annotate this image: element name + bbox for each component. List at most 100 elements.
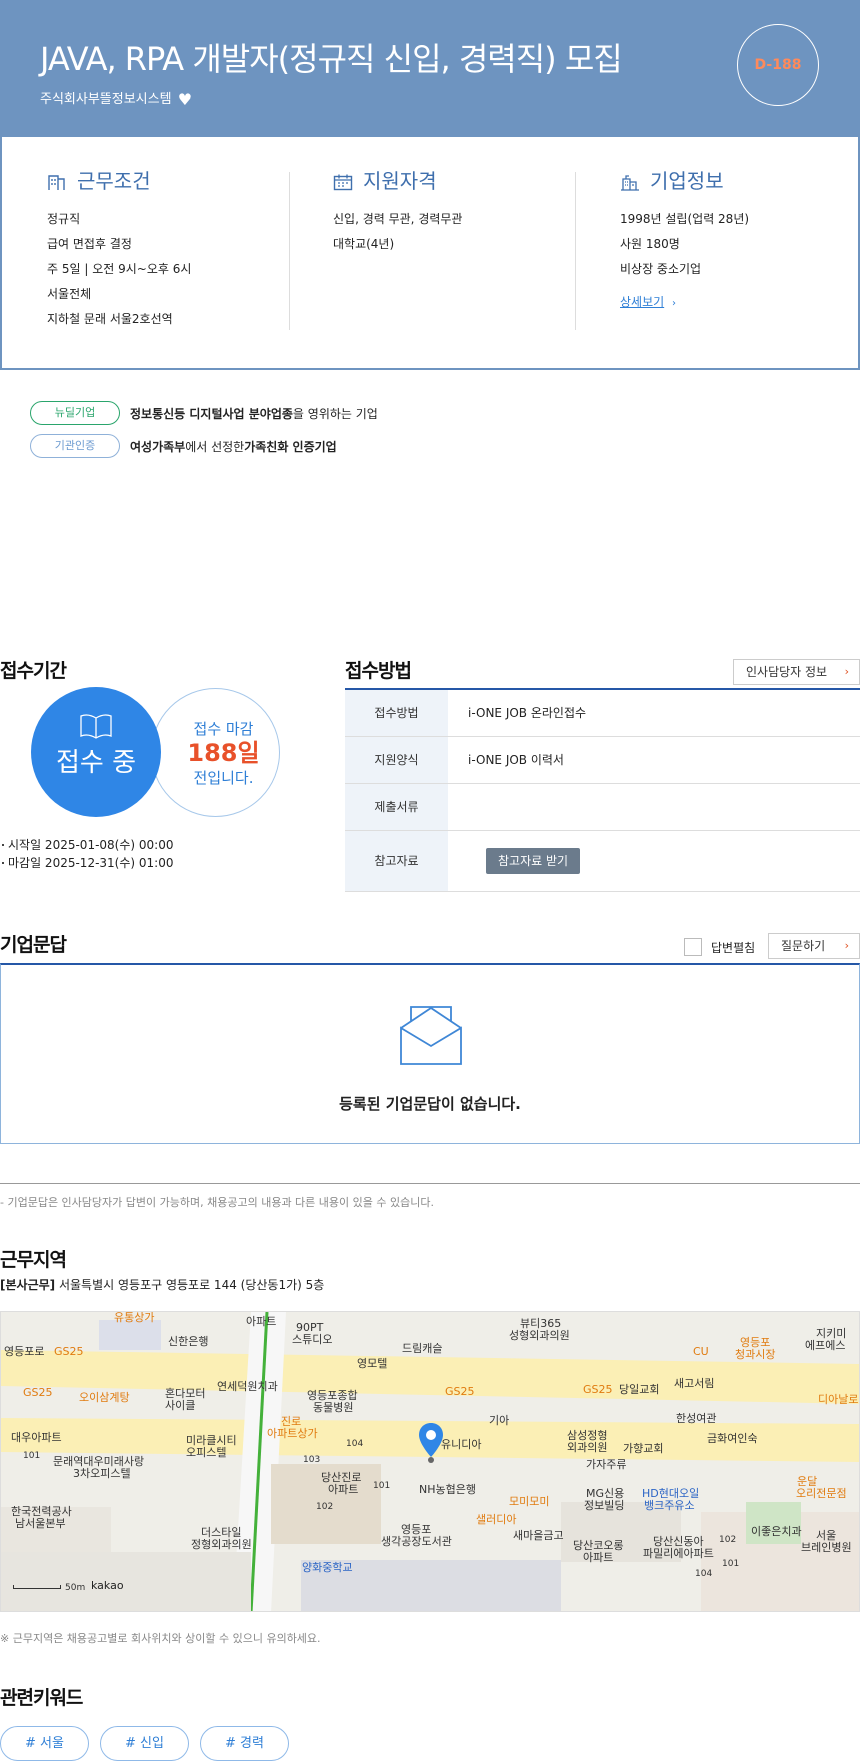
divider	[575, 172, 576, 330]
end-date: 마감일 2025-12-31(수) 01:00	[1, 856, 174, 870]
period-title: 접수기간	[0, 660, 67, 682]
map-label: 정형외과의원	[191, 1538, 252, 1551]
list-item: 서울전체	[47, 287, 92, 301]
company-name-row[interactable]: 주식회사부뜰정보시스템 ♥	[40, 88, 192, 109]
table-value: 참고자료 받기	[448, 830, 860, 892]
map-label: 오리전문점	[796, 1487, 847, 1500]
map-label: 뱅크주유소	[644, 1499, 695, 1512]
map-label: 한성여관	[676, 1412, 717, 1425]
map-label: 아파트상가	[267, 1427, 318, 1440]
certification-row: 기관인증 여성가족부 에서 선정한 가족친화 인증기업	[30, 434, 337, 458]
divider	[289, 172, 290, 330]
map-label: GS25	[23, 1386, 53, 1399]
keyword-chip[interactable]: # 서울	[0, 1726, 89, 1761]
list-item: 1998년 설립(업력 28년)	[620, 212, 750, 226]
start-date: 시작일 2025-01-08(수) 00:00	[1, 838, 174, 852]
expand-answers-label[interactable]: 답변펼침	[711, 939, 755, 956]
qualifications-title: 지원자격	[333, 167, 573, 195]
calendar-icon	[333, 174, 353, 191]
map-label: 성형외과의원	[509, 1329, 570, 1342]
deadline-label: 접수 마감	[193, 720, 254, 738]
list-item: 비상장 중소기업	[620, 262, 702, 276]
map-label: 오이삼계탕	[79, 1391, 130, 1404]
map-label: 가향교회	[623, 1442, 664, 1455]
method-title: 접수방법	[345, 660, 412, 682]
chevron-right-icon: ›	[844, 665, 849, 678]
ask-question-button[interactable]: 질문하기 ›	[768, 933, 860, 959]
envelope-icon	[400, 1006, 462, 1065]
table-row: 지원양식 i-ONE JOB 이력서	[345, 736, 860, 784]
certified-badge: 기관인증	[30, 434, 120, 458]
map-label: 금화여인숙	[707, 1432, 758, 1445]
chevron-right-icon: ›	[672, 298, 676, 309]
list-item: 신입, 경력 무관, 경력무관	[333, 212, 463, 226]
table-row: 참고자료 참고자료 받기	[345, 830, 860, 892]
keyword-chip[interactable]: # 경력	[200, 1726, 289, 1761]
map-label: 가자주류	[586, 1458, 627, 1471]
map-label: 영등포로	[4, 1345, 45, 1358]
map-label: 101	[23, 1451, 41, 1461]
map-label: 샐러디아	[476, 1513, 517, 1526]
map-label: 아파트	[328, 1483, 359, 1496]
table-value: i-ONE JOB 이력서	[448, 736, 860, 784]
qualifications: 지원자격 신입, 경력 무관, 경력무관 대학교(4년)	[333, 167, 573, 257]
map-label: GS25	[54, 1345, 84, 1358]
company-name[interactable]: 주식회사부뜰정보시스템	[40, 92, 172, 107]
chevron-right-icon: ›	[844, 939, 849, 952]
map-label: 오피스텔	[186, 1446, 227, 1459]
deadline-days: 188일	[187, 739, 260, 767]
map-label: 파밀리에아파트	[643, 1547, 714, 1560]
map-label: 새마을금고	[513, 1529, 564, 1542]
keywords-title: 관련키워드	[0, 1687, 83, 1709]
list-item: 대학교(4년)	[333, 237, 395, 251]
kakao-logo: kakao	[91, 1579, 124, 1592]
method-table: 접수방법 i-ONE JOB 온라인접수 지원양식 i-ONE JOB 이력서 제출…	[345, 688, 860, 892]
location-map[interactable]: 유통상가 아파트 90PT 스튜디오 뷰티365 성형외과의원 영등포 청과시장…	[0, 1311, 860, 1612]
building-icon	[48, 175, 65, 190]
tag-text-bold: 가족친화 인증기업	[244, 439, 337, 454]
list-item: 급여 면접후 결정	[47, 237, 132, 251]
company-detail-link[interactable]: 상세보기	[620, 295, 664, 309]
tag-text-bold: 정보통신등 디지털사업 분야업종	[130, 406, 293, 421]
reference-download-button[interactable]: 참고자료 받기	[486, 847, 581, 874]
map-label: 유니디아	[441, 1438, 482, 1451]
summary-info-box: 근무조건 정규직 급여 면접후 결정 주 5일 | 오전 9시~오후 6시 서울…	[0, 137, 860, 370]
map-label: NH농협은행	[419, 1483, 476, 1496]
deadline-suffix: 전입니다.	[193, 769, 254, 787]
tag-text-bold: 여성가족부	[130, 439, 186, 454]
map-label: 아파트	[583, 1551, 614, 1564]
map-label: 101	[373, 1481, 391, 1491]
tag-text: 을 영위하는 기업	[292, 406, 378, 421]
map-label: 영모텔	[357, 1357, 388, 1370]
hr-contact-button[interactable]: 인사담당자 정보 ›	[733, 659, 860, 685]
qa-empty-box: 등록된 기업문답이 없습니다.	[0, 963, 860, 1144]
map-label: 남서울본부	[15, 1517, 66, 1530]
map-label: 외과의원	[567, 1441, 608, 1454]
map-label: 사이클	[165, 1399, 196, 1412]
map-label: 정보빌딩	[584, 1499, 625, 1512]
company-more[interactable]: 상세보기 ›	[620, 293, 860, 310]
heart-icon[interactable]: ♥	[178, 90, 192, 109]
keyword-chip[interactable]: # 신입	[100, 1726, 189, 1761]
map-label: 당일교회	[619, 1383, 660, 1396]
map-label: 연세덕원치과	[217, 1380, 278, 1393]
table-value: i-ONE JOB 온라인접수	[448, 689, 860, 737]
map-label: 브레인병원	[801, 1541, 852, 1554]
map-label: 3차오피스텔	[73, 1467, 131, 1480]
map-label: GS25	[583, 1383, 613, 1396]
map-label: 102	[316, 1502, 334, 1512]
list-item: 지하철 문래 서울2호선역	[47, 312, 173, 326]
map-label: 102	[719, 1535, 737, 1545]
map-label: 101	[722, 1559, 740, 1569]
list-item: 사원 180명	[620, 237, 680, 251]
deadline-circle: 접수 마감 188일 전입니다.	[151, 688, 280, 817]
address-line: [본사근무] 서울특별시 영등포구 영등포로 144 (당산동1가) 5층	[0, 1276, 324, 1293]
map-scale-bar	[13, 1585, 61, 1589]
company-building-icon	[621, 175, 639, 191]
map-label: 새고서림	[674, 1377, 715, 1390]
qualifications-list: 신입, 경력 무관, 경력무관 대학교(4년)	[333, 207, 573, 257]
table-key: 참고자료	[345, 830, 448, 892]
address-text: 서울특별시 영등포구 영등포로 144 (당산동1가) 5층	[58, 1278, 325, 1292]
qa-note: - 기업문답은 인사담당자가 답변이 가능하며, 채용공고의 내용과 다른 내용…	[0, 1196, 434, 1209]
expand-answers-checkbox[interactable]	[684, 938, 702, 956]
